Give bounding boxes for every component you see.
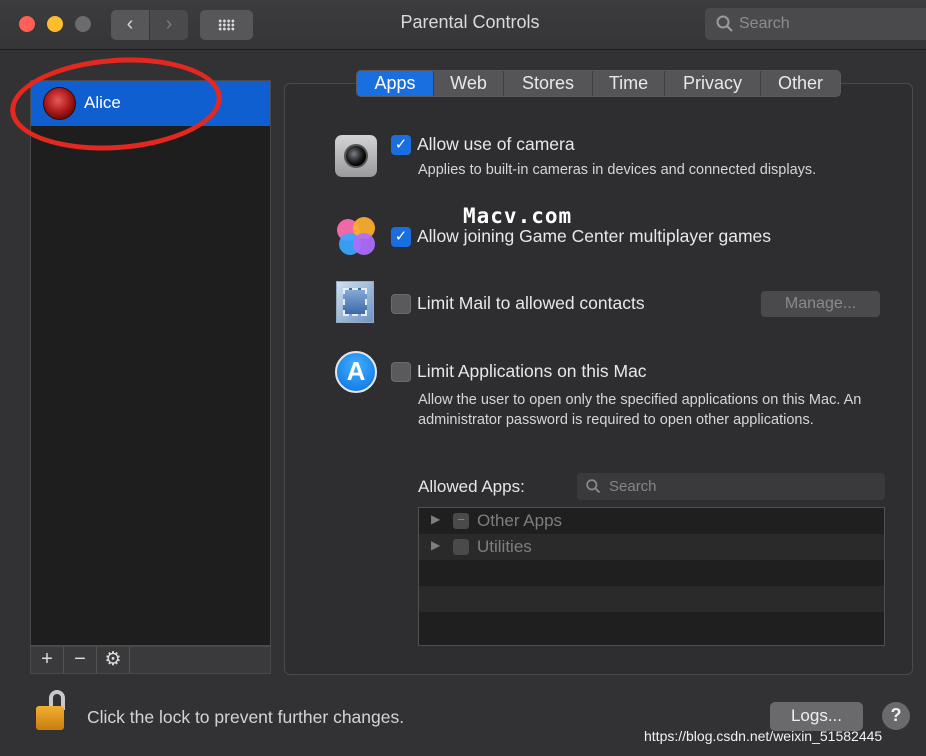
table-row	[419, 612, 884, 645]
mail-checkbox[interactable]	[391, 294, 411, 314]
tab-other[interactable]: Other	[761, 71, 840, 96]
table-row	[419, 586, 884, 612]
chevron-left-icon: ‹	[126, 13, 134, 35]
game-center-icon	[335, 215, 377, 257]
list-item-other-apps[interactable]: ▶ − Other Apps	[419, 508, 884, 534]
back-button[interactable]: ‹	[111, 10, 149, 40]
game-center-checkbox[interactable]: ✓	[391, 227, 411, 247]
title-bar: ‹ › Parental Controls Search	[0, 0, 926, 50]
chevron-right-icon: ›	[165, 13, 173, 35]
search-placeholder: Search	[609, 478, 657, 495]
search-placeholder: Search	[739, 15, 790, 32]
search-icon	[586, 479, 601, 494]
camera-icon	[335, 135, 377, 177]
camera-description: Applies to built-in cameras in devices a…	[418, 162, 817, 178]
grid-icon	[218, 19, 235, 31]
limit-apps-label: Limit Applications on this Mac	[417, 361, 647, 381]
table-row	[419, 560, 884, 586]
tab-privacy[interactable]: Privacy	[665, 71, 761, 96]
app-store-icon: A	[335, 351, 377, 393]
tab-bar: Apps Web Stores Time Privacy Other	[356, 70, 841, 97]
tab-web[interactable]: Web	[434, 71, 504, 96]
game-center-label: Allow joining Game Center multiplayer ga…	[417, 226, 772, 246]
window-title: Parental Controls	[400, 12, 540, 32]
camera-checkbox[interactable]: ✓	[391, 135, 411, 155]
watermark: Macv.com	[463, 204, 573, 228]
search-icon	[716, 15, 733, 32]
zoom-window-button[interactable]	[75, 16, 91, 32]
row-checkbox[interactable]: −	[453, 513, 469, 529]
user-list[interactable]: Alice	[30, 80, 271, 646]
parental-controls-window: ‹ › Parental Controls Search Alice + − ⚙	[0, 0, 926, 756]
limit-apps-checkbox[interactable]	[391, 362, 411, 382]
preferences-search-field[interactable]: Search	[705, 8, 926, 40]
help-button[interactable]: ?	[882, 702, 910, 730]
minimize-window-button[interactable]	[47, 16, 63, 32]
forward-button[interactable]: ›	[150, 10, 188, 40]
add-user-button[interactable]: +	[31, 647, 64, 673]
list-item-label: Utilities	[477, 537, 532, 556]
allowed-apps-label: Allowed Apps:	[418, 477, 525, 496]
list-item-utilities[interactable]: ▶ Utilities	[419, 534, 884, 560]
allowed-apps-list[interactable]: ▶ − Other Apps ▶ Utilities	[418, 507, 885, 646]
show-all-button[interactable]	[200, 10, 253, 40]
manage-contacts-button[interactable]: Manage...	[761, 291, 880, 317]
disclosure-triangle-icon[interactable]: ▶	[431, 512, 440, 526]
remove-user-button[interactable]: −	[64, 647, 97, 673]
lock-icon[interactable]	[36, 690, 68, 732]
mail-label: Limit Mail to allowed contacts	[417, 293, 645, 313]
gear-icon[interactable]: ⚙	[97, 647, 130, 673]
tab-apps[interactable]: Apps	[357, 71, 434, 96]
list-item-label: Other Apps	[477, 511, 563, 530]
allowed-apps-search[interactable]: Search	[577, 473, 885, 500]
limit-apps-description: Allow the user to open only the specifie…	[418, 392, 862, 428]
tab-time[interactable]: Time	[593, 71, 665, 96]
credit-watermark: https://blog.csdn.net/weixin_51582445	[644, 728, 883, 744]
user-list-toolbar: + − ⚙	[30, 646, 271, 674]
row-checkbox[interactable]	[453, 539, 469, 555]
camera-label: Allow use of camera	[417, 134, 575, 154]
logs-button[interactable]: Logs...	[770, 702, 863, 731]
mail-icon	[336, 281, 374, 323]
lock-status-text: Click the lock to prevent further change…	[87, 707, 405, 727]
disclosure-triangle-icon[interactable]: ▶	[431, 538, 440, 552]
close-window-button[interactable]	[19, 16, 35, 32]
tab-stores[interactable]: Stores	[504, 71, 593, 96]
